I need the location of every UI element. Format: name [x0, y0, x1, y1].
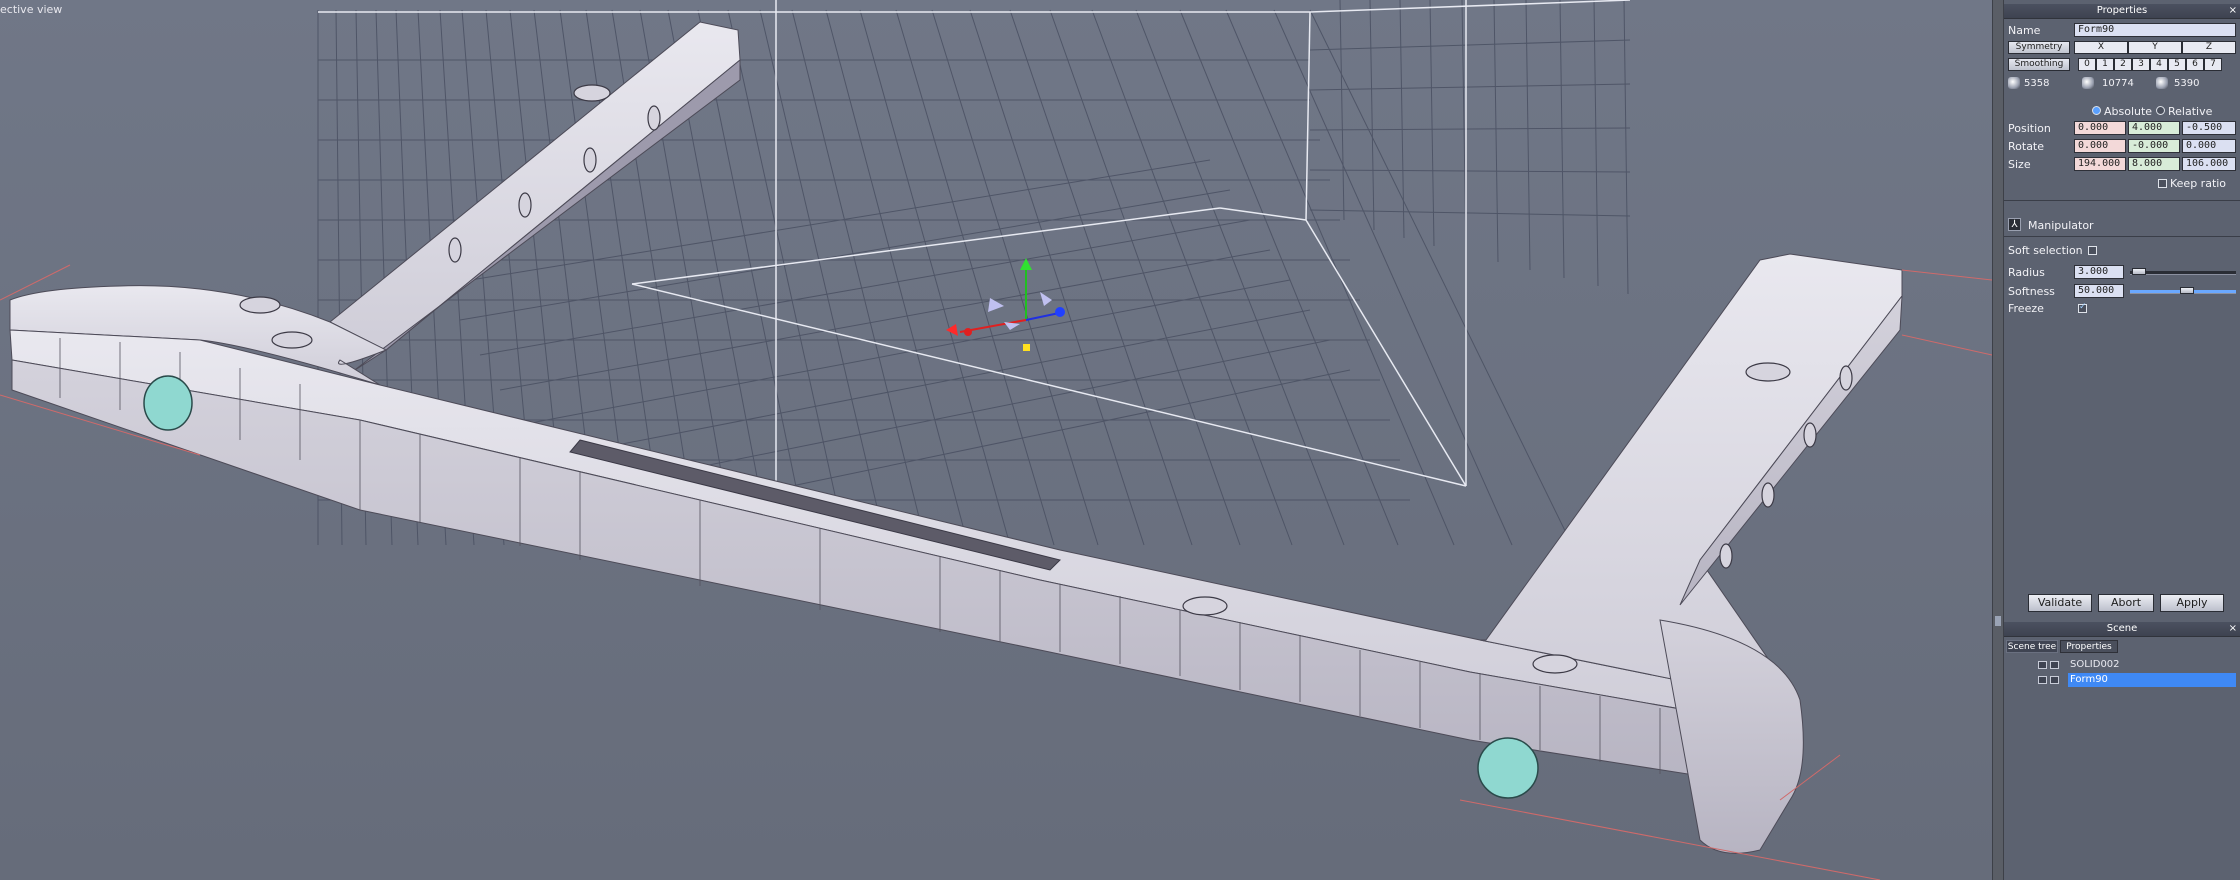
size-x-field[interactable]: 194.000	[2074, 157, 2126, 171]
position-x-field[interactable]: 0.000	[2074, 121, 2126, 135]
softness-label: Softness	[2008, 285, 2055, 298]
smoothing-level-2[interactable]: 2	[2114, 58, 2132, 71]
edges-icon	[2156, 77, 2168, 89]
position-z-field[interactable]: -0.500	[2182, 121, 2236, 135]
symmetry-z-toggle[interactable]: Z	[2182, 41, 2236, 54]
vertices-count: 5358	[2024, 78, 2050, 89]
manipulator-icon[interactable]: ⅄	[2008, 218, 2021, 231]
smoothing-level-4[interactable]: 4	[2150, 58, 2168, 71]
apply-button[interactable]: Apply	[2160, 594, 2224, 612]
panel-splitter[interactable]	[1992, 0, 2004, 880]
rotate-z-field[interactable]: 0.000	[2182, 139, 2236, 153]
close-icon[interactable]: ×	[2229, 622, 2237, 636]
soft-selection-checkbox[interactable]	[2088, 246, 2097, 255]
properties-header: Properties ×	[2004, 4, 2240, 19]
position-label: Position	[2008, 122, 2051, 135]
tree-item[interactable]: SOLID002	[2004, 658, 2240, 672]
lock-icon[interactable]	[2038, 676, 2047, 684]
symmetry-y-toggle[interactable]: Y	[2128, 41, 2182, 54]
symmetry-button[interactable]: Symmetry	[2008, 41, 2070, 54]
manipulator-label: Manipulator	[2028, 219, 2094, 232]
edges-count: 5390	[2174, 78, 2200, 89]
3d-viewport[interactable]: ective view	[0, 0, 1992, 880]
eye-icon[interactable]	[2050, 661, 2059, 669]
smoothing-level-5[interactable]: 5	[2168, 58, 2186, 71]
eye-icon[interactable]	[2050, 676, 2059, 684]
validate-button[interactable]: Validate	[2028, 594, 2092, 612]
relative-label: Relative	[2168, 105, 2213, 118]
abort-button[interactable]: Abort	[2098, 594, 2154, 612]
softness-slider[interactable]	[2130, 287, 2236, 294]
name-field[interactable]: Form90	[2074, 23, 2236, 37]
divider	[2004, 236, 2240, 237]
scene-header-label: Scene	[2106, 623, 2138, 634]
rotate-y-field[interactable]: -0.000	[2128, 139, 2180, 153]
freeze-checkbox[interactable]	[2078, 302, 2087, 313]
symmetry-x-toggle[interactable]: X	[2074, 41, 2128, 54]
rotate-x-field[interactable]: 0.000	[2074, 139, 2126, 153]
smoothing-level-0[interactable]: 0	[2078, 58, 2096, 71]
smoothing-level-1[interactable]: 1	[2096, 58, 2114, 71]
smoothing-level-7[interactable]: 7	[2204, 58, 2222, 71]
smoothing-level-3[interactable]: 3	[2132, 58, 2150, 71]
freeze-label: Freeze	[2008, 302, 2044, 315]
tab-properties[interactable]: Properties	[2060, 640, 2118, 653]
position-y-field[interactable]: 4.000	[2128, 121, 2180, 135]
splitter-grip-icon[interactable]	[1995, 616, 2001, 626]
softness-slider-thumb[interactable]	[2180, 287, 2194, 294]
faces-icon	[2082, 77, 2094, 89]
close-icon[interactable]: ×	[2229, 4, 2237, 18]
keep-ratio-checkbox[interactable]	[2158, 179, 2167, 188]
keep-ratio-label: Keep ratio	[2170, 177, 2227, 190]
viewport-title: ective view	[0, 3, 63, 16]
radius-field[interactable]: 3.000	[2074, 265, 2124, 279]
soft-selection-label: Soft selection	[2008, 244, 2083, 257]
divider	[2004, 200, 2240, 201]
tree-item-selected[interactable]: Form90	[2004, 673, 2240, 687]
size-y-field[interactable]: 8.000	[2128, 157, 2180, 171]
smoothing-level-6[interactable]: 6	[2186, 58, 2204, 71]
softness-field[interactable]: 50.000	[2074, 284, 2124, 298]
radius-label: Radius	[2008, 266, 2045, 279]
smoothing-button[interactable]: Smoothing	[2008, 58, 2070, 71]
viewport-scene[interactable]	[0, 0, 1992, 880]
rotate-label: Rotate	[2008, 140, 2045, 153]
tree-item-label: Form90	[2070, 674, 2108, 685]
relative-radio[interactable]	[2156, 106, 2165, 115]
scene-header: Scene ×	[2004, 622, 2240, 637]
absolute-radio[interactable]	[2092, 106, 2101, 115]
radius-slider-thumb[interactable]	[2132, 268, 2146, 275]
properties-header-label: Properties	[2096, 5, 2148, 16]
size-label: Size	[2008, 158, 2031, 171]
right-panel: Properties × Name Form90 Symmetry X Y Z …	[2004, 0, 2240, 880]
lock-icon[interactable]	[2038, 661, 2047, 669]
name-label: Name	[2008, 24, 2041, 37]
absolute-label: Absolute	[2104, 105, 2153, 118]
radius-slider[interactable]	[2130, 268, 2236, 275]
faces-count: 10774	[2102, 78, 2134, 89]
vertices-icon	[2008, 77, 2020, 89]
tab-scene-tree[interactable]: Scene tree	[2006, 640, 2058, 653]
tree-item-label: SOLID002	[2070, 659, 2120, 670]
size-z-field[interactable]: 106.000	[2182, 157, 2236, 171]
